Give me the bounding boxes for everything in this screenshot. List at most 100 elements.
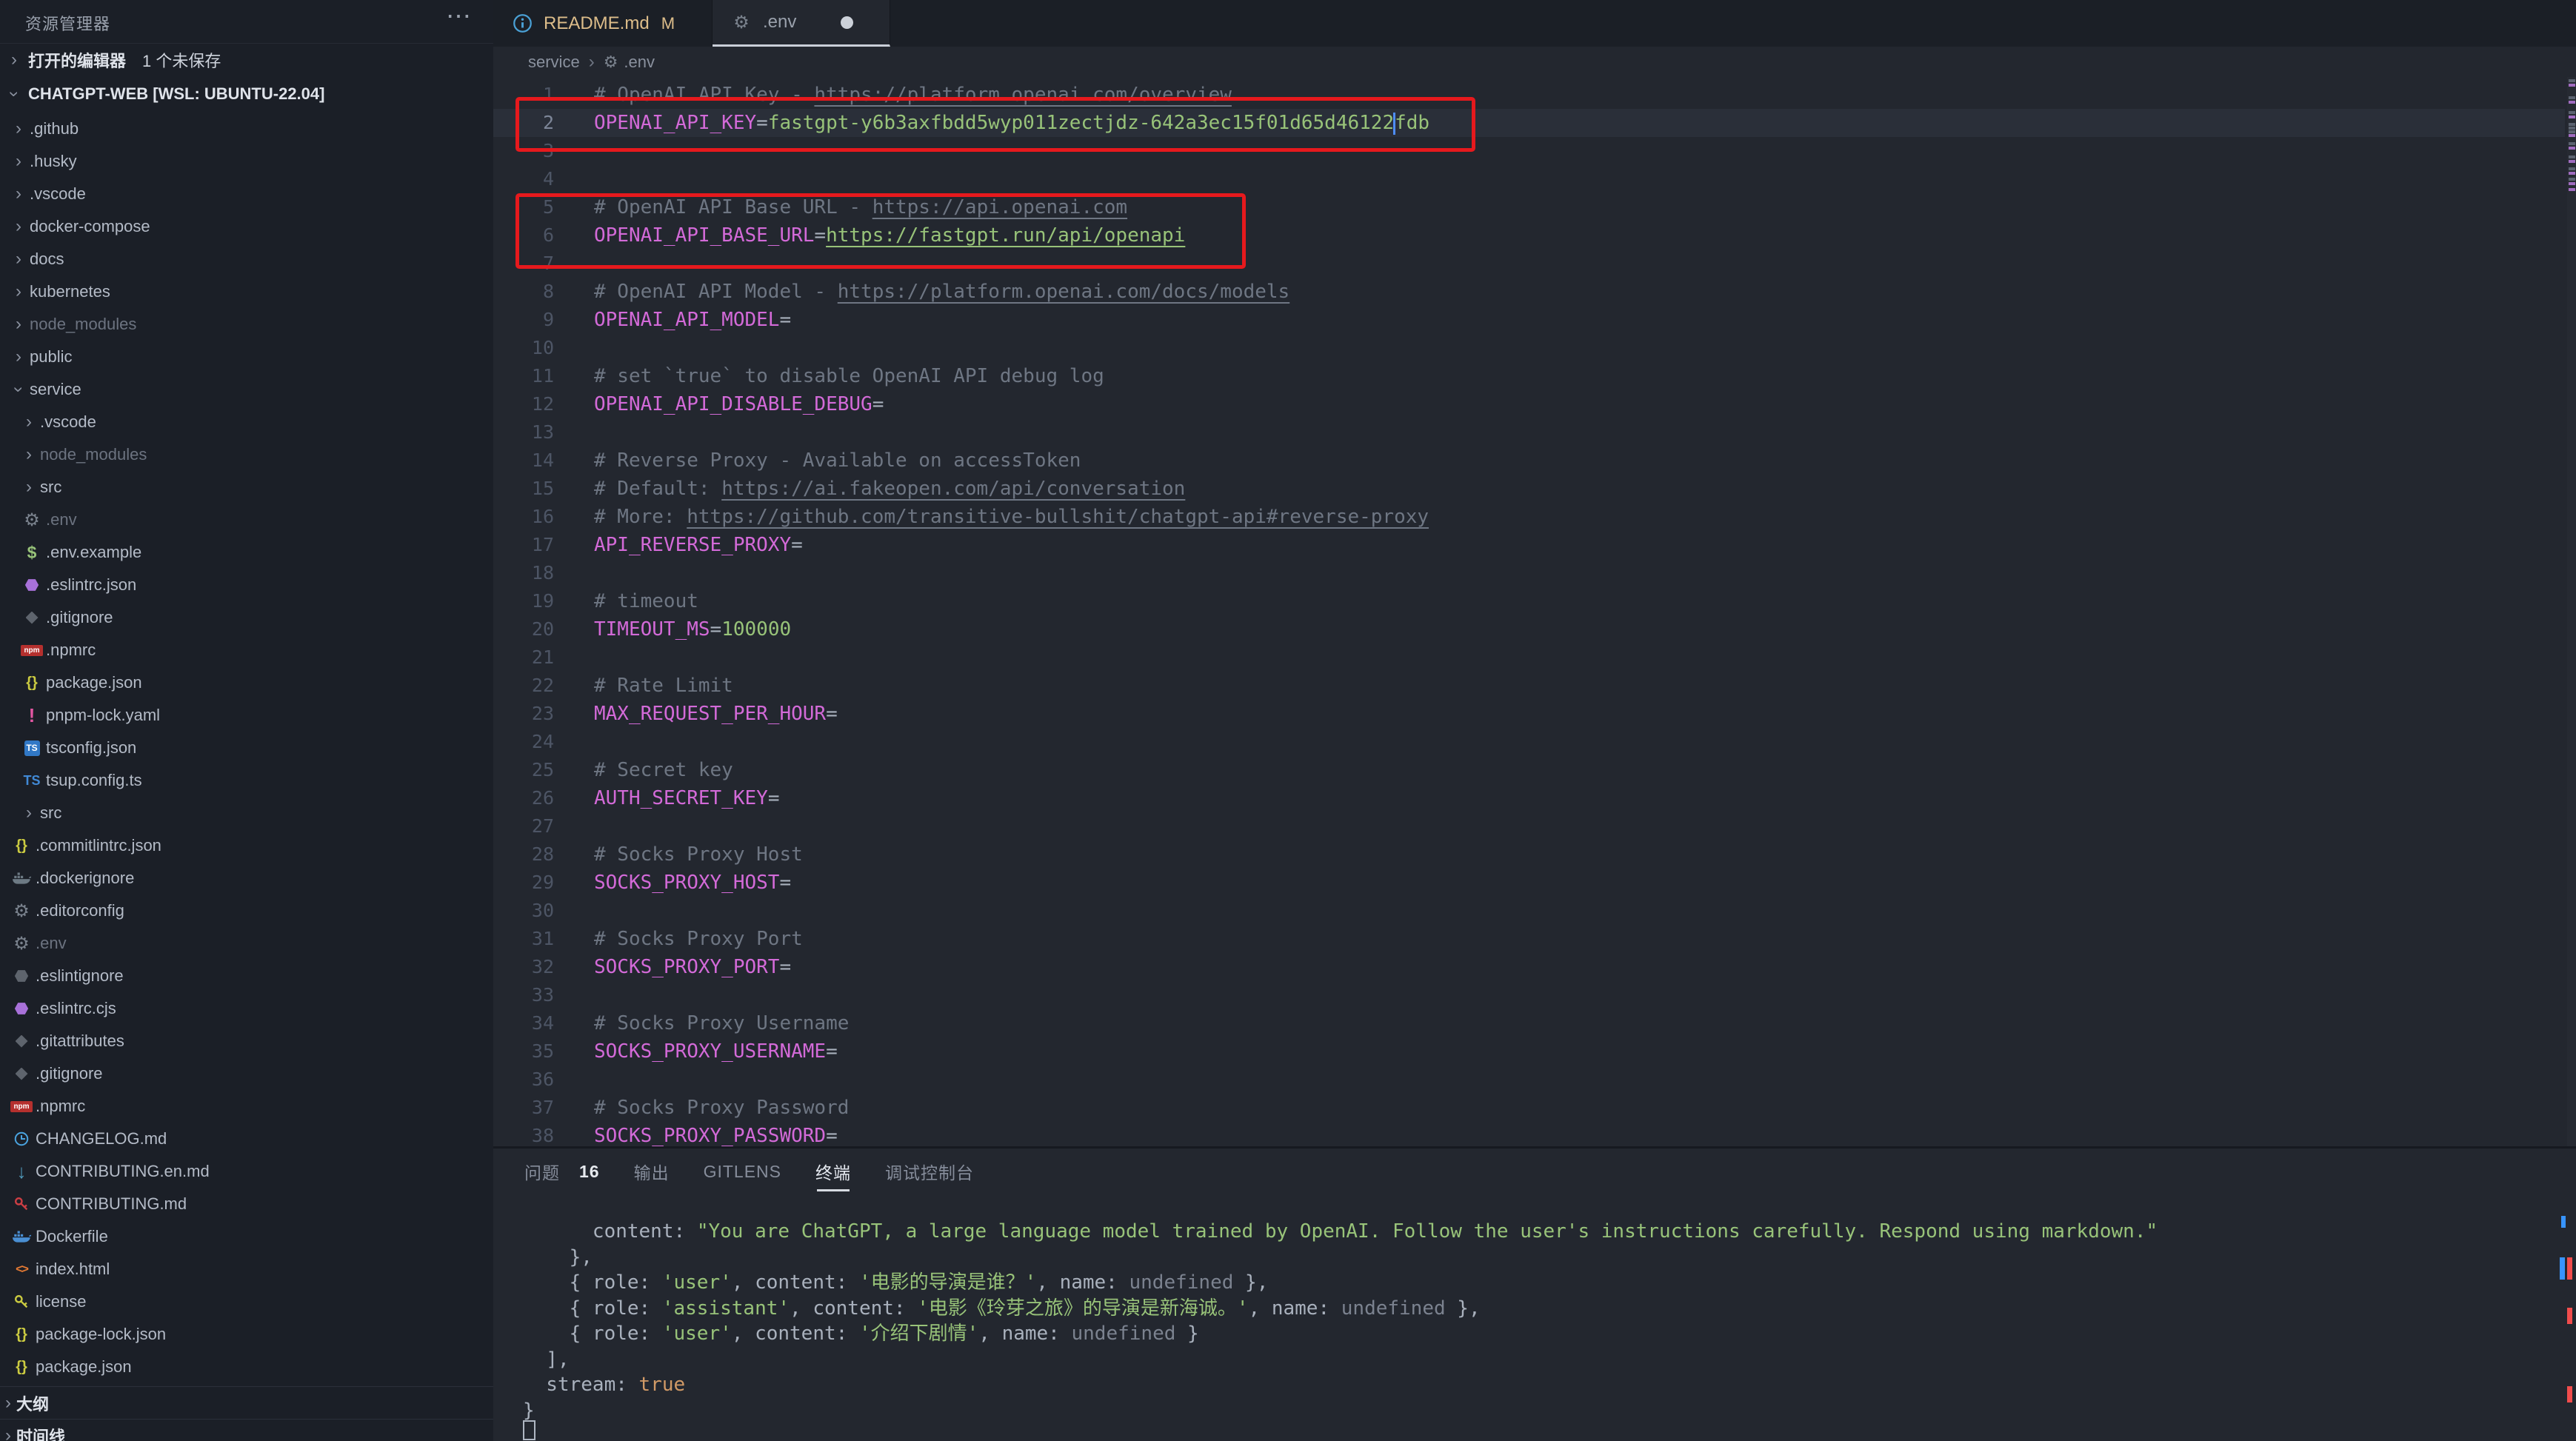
code-line-3[interactable]: 3: [493, 137, 2576, 165]
tree-item-.commitlintrc.json[interactable]: {}.commitlintrc.json: [0, 829, 493, 862]
code-line-11[interactable]: 11# set `true` to disable OpenAI API deb…: [493, 362, 2576, 390]
minimap-mark: [2569, 134, 2575, 137]
terminal-line-5: { role: 'user', content: '介绍下剧情', name: …: [523, 1321, 2158, 1347]
tree-item-.editorconfig[interactable]: ⚙.editorconfig: [0, 895, 493, 927]
panel-tab-GITLENS[interactable]: GITLENS: [704, 1149, 781, 1194]
code-token: MAX_REQUEST_PER_HOUR: [594, 703, 826, 725]
tree-item-pnpm-lock.yaml[interactable]: !pnpm-lock.yaml: [0, 699, 493, 732]
code-line-25[interactable]: 25# Secret key: [493, 756, 2576, 784]
code-line-24[interactable]: 24: [493, 728, 2576, 756]
tree-item-.npmrc[interactable]: npm.npmrc: [0, 634, 493, 666]
code-line-12[interactable]: 12OPENAI_API_DISABLE_DEBUG=: [493, 390, 2576, 418]
code-line-14[interactable]: 14# Reverse Proxy - Available on accessT…: [493, 447, 2576, 475]
code-line-13[interactable]: 13: [493, 418, 2576, 447]
tree-item-package.json[interactable]: {}package.json: [0, 666, 493, 699]
tree-item-.eslintrc.json[interactable]: .eslintrc.json: [0, 569, 493, 601]
code-line-1[interactable]: 1# OpenAI API Key - https://platform.ope…: [493, 81, 2576, 109]
code-line-10[interactable]: 10: [493, 334, 2576, 362]
tree-item-node_modules[interactable]: ›node_modules: [0, 438, 493, 471]
terminal-output[interactable]: content: "You are ChatGPT, a large langu…: [523, 1219, 2158, 1423]
more-actions-icon[interactable]: ⋯: [446, 1, 471, 31]
minimap[interactable]: [2567, 77, 2576, 1146]
tree-item-.eslintignore[interactable]: .eslintignore: [0, 960, 493, 992]
code-line-2[interactable]: 2OPENAI_API_KEY=fastgpt-y6b3axfbdd5wyp01…: [493, 109, 2576, 137]
tree-item-.vscode[interactable]: ›.vscode: [0, 406, 493, 438]
code-line-38[interactable]: 38SOCKS_PROXY_PASSWORD=: [493, 1122, 2576, 1146]
code-line-15[interactable]: 15# Default: https://ai.fakeopen.com/api…: [493, 475, 2576, 503]
tree-item-public[interactable]: ›public: [0, 341, 493, 373]
tab-.env[interactable]: ⚙.env: [713, 0, 890, 47]
tree-item-kubernetes[interactable]: ›kubernetes: [0, 275, 493, 308]
tree-item-tsconfig.json[interactable]: TStsconfig.json: [0, 732, 493, 764]
tree-item-.npmrc[interactable]: npm.npmrc: [0, 1090, 493, 1123]
code-line-37[interactable]: 37# Socks Proxy Password: [493, 1094, 2576, 1122]
tree-item-.env[interactable]: ⚙.env: [0, 927, 493, 960]
tree-item-.vscode[interactable]: ›.vscode: [0, 178, 493, 210]
unsaved-dot-icon[interactable]: [841, 16, 853, 29]
scrollbar-mark: [2567, 1308, 2572, 1324]
code-line-20[interactable]: 20TIMEOUT_MS=100000: [493, 615, 2576, 643]
code-line-35[interactable]: 35SOCKS_PROXY_USERNAME=: [493, 1037, 2576, 1066]
tree-item-src[interactable]: ›src: [0, 471, 493, 504]
tree-item-node_modules[interactable]: ›node_modules: [0, 308, 493, 341]
code-line-27[interactable]: 27: [493, 812, 2576, 840]
tree-item-package-lock.json[interactable]: {}package-lock.json: [0, 1318, 493, 1351]
sidebar-section-timeline[interactable]: ›时间线: [0, 1419, 493, 1441]
code-line-36[interactable]: 36: [493, 1066, 2576, 1094]
code-line-26[interactable]: 26AUTH_SECRET_KEY=: [493, 784, 2576, 812]
panel-tab-输出[interactable]: 输出: [634, 1149, 670, 1194]
tree-item-.husky[interactable]: ›.husky: [0, 145, 493, 178]
tree-item-docker-compose[interactable]: ›docker-compose: [0, 210, 493, 243]
tree-item-service[interactable]: ›service: [0, 373, 493, 406]
sidebar-section-outline[interactable]: ›大纲: [0, 1386, 493, 1420]
code-line-30[interactable]: 30: [493, 897, 2576, 925]
project-root-section[interactable]: › CHATGPT-WEB [WSL: UBUNTU-22.04]: [0, 77, 493, 111]
tree-item-index.html[interactable]: <>index.html: [0, 1253, 493, 1285]
panel-tab-调试控制台[interactable]: 调试控制台: [885, 1149, 974, 1194]
tree-item-Dockerfile[interactable]: Dockerfile: [0, 1220, 493, 1253]
code-line-29[interactable]: 29SOCKS_PROXY_HOST=: [493, 869, 2576, 897]
tree-item-.gitignore[interactable]: .gitignore: [0, 1057, 493, 1090]
tree-item-.gitignore[interactable]: .gitignore: [0, 601, 493, 634]
tree-item-.dockerignore[interactable]: .dockerignore: [0, 862, 493, 895]
code-line-21[interactable]: 21: [493, 643, 2576, 672]
panel-tab-终端[interactable]: 终端: [815, 1149, 851, 1194]
code-editor[interactable]: 1# OpenAI API Key - https://platform.ope…: [493, 81, 2576, 1146]
code-line-16[interactable]: 16# More: https://github.com/transitive-…: [493, 503, 2576, 531]
tree-item-.env[interactable]: ⚙.env: [0, 504, 493, 536]
breadcrumb-item-service[interactable]: service: [528, 53, 580, 72]
open-editors-section[interactable]: › 打开的编辑器 1 个未保存: [0, 43, 493, 77]
code-line-17[interactable]: 17API_REVERSE_PROXY=: [493, 531, 2576, 559]
code-line-8[interactable]: 8# OpenAI API Model - https://platform.o…: [493, 278, 2576, 306]
code-line-7[interactable]: 7: [493, 250, 2576, 278]
code-line-32[interactable]: 32SOCKS_PROXY_PORT=: [493, 953, 2576, 981]
tree-item-.github[interactable]: ›.github: [0, 113, 493, 145]
tree-item-CONTRIBUTING.en.md[interactable]: ↓CONTRIBUTING.en.md: [0, 1155, 493, 1188]
tree-item-CONTRIBUTING.md[interactable]: CONTRIBUTING.md: [0, 1188, 493, 1220]
tree-item-package.json[interactable]: {}package.json: [0, 1351, 493, 1383]
code-line-33[interactable]: 33: [493, 981, 2576, 1009]
tree-item-.eslintrc.cjs[interactable]: .eslintrc.cjs: [0, 992, 493, 1025]
code-line-28[interactable]: 28# Socks Proxy Host: [493, 840, 2576, 869]
code-line-18[interactable]: 18: [493, 559, 2576, 587]
tab-README.md[interactable]: README.mdM: [493, 0, 713, 47]
tree-item-.env.example[interactable]: $.env.example: [0, 536, 493, 569]
tree-item-.gitattributes[interactable]: .gitattributes: [0, 1025, 493, 1057]
code-line-34[interactable]: 34# Socks Proxy Username: [493, 1009, 2576, 1037]
code-line-6[interactable]: 6OPENAI_API_BASE_URL=https://fastgpt.run…: [493, 221, 2576, 250]
code-line-9[interactable]: 9OPENAI_API_MODEL=: [493, 306, 2576, 334]
code-line-22[interactable]: 22# Rate Limit: [493, 672, 2576, 700]
tree-item-tsup.config.ts[interactable]: TStsup.config.ts: [0, 764, 493, 797]
tree-item-src[interactable]: ›src: [0, 797, 493, 829]
tree-item-license[interactable]: license: [0, 1285, 493, 1318]
panel-tab-问题[interactable]: 问题16: [524, 1149, 600, 1194]
tree-item-CHANGELOG.md[interactable]: CHANGELOG.md: [0, 1123, 493, 1155]
code-line-5[interactable]: 5# OpenAI API Base URL - https://api.ope…: [493, 193, 2576, 221]
code-line-19[interactable]: 19# timeout: [493, 587, 2576, 615]
tree-item-docs[interactable]: ›docs: [0, 243, 493, 275]
breadcrumb-item-env[interactable]: .env: [624, 53, 655, 72]
code-line-23[interactable]: 23MAX_REQUEST_PER_HOUR=: [493, 700, 2576, 728]
code-line-31[interactable]: 31# Socks Proxy Port: [493, 925, 2576, 953]
terminal-token: { role:: [523, 1323, 662, 1345]
code-line-4[interactable]: 4: [493, 165, 2576, 193]
